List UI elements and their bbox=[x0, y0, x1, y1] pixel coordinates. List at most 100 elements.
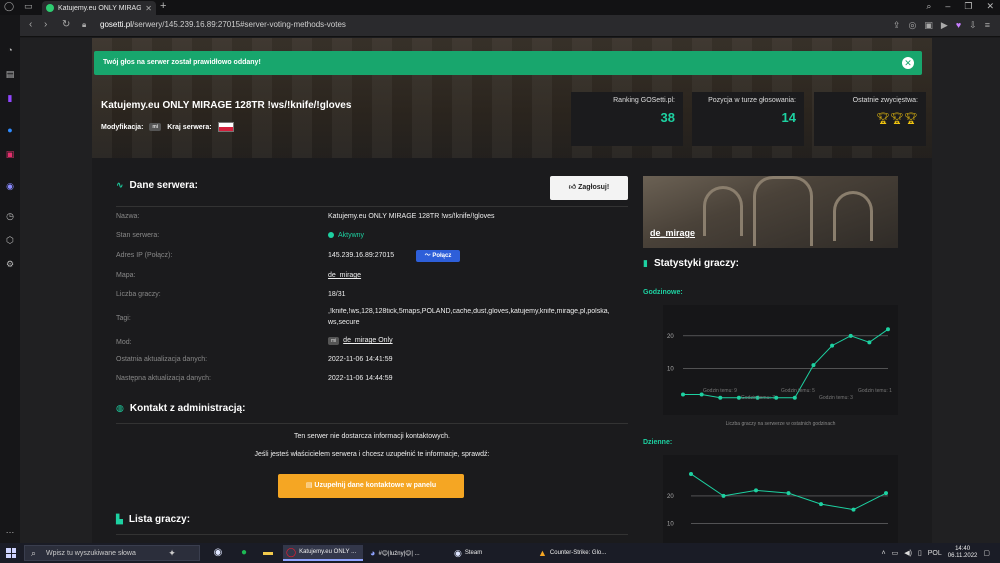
contact-info-text: Ten serwer nie dostarcza informacji kont… bbox=[293, 433, 450, 440]
row-label-last-update: Ostatnia aktualizacja danych: bbox=[116, 356, 208, 363]
hourly-chart: 10 20 Godzin temu: 9 Godzin temu: 5 Godzin t… bbox=[667, 327, 892, 401]
player-stats-heading: ▮ Statystyki graczy: bbox=[643, 258, 739, 269]
search-highlight-icon[interactable]: ✦ bbox=[166, 547, 178, 559]
row-value-name: Katujemy.eu ONLY MIRAGE 128TR !ws/!knife… bbox=[328, 213, 495, 220]
y-tick-label: 10 bbox=[667, 521, 674, 527]
status-dot-icon bbox=[328, 232, 334, 239]
data-point bbox=[681, 392, 685, 397]
browser-tabstrip: ◯ ▭ Katujemy.eu ONLY MIRAGE ✕ + ⌕ – ❐ ✕ bbox=[0, 0, 1000, 15]
row-label-mod: Mod: bbox=[116, 339, 132, 346]
contact-owner-text: Jeśli jesteś właścicielem serwera i chce… bbox=[254, 451, 490, 458]
tab-katujemy[interactable]: Katujemy.eu ONLY MIRAGE ✕ bbox=[42, 1, 156, 15]
lock-icon: 🔒︎ bbox=[82, 20, 87, 29]
tray-chevron-icon[interactable]: ˄ bbox=[881, 550, 885, 557]
language-indicator[interactable]: POL bbox=[928, 550, 942, 557]
menu-icon[interactable]: ≡ bbox=[985, 20, 990, 31]
settings-icon[interactable]: ⚙ bbox=[5, 259, 15, 269]
notifications-icon[interactable]: ▢ bbox=[983, 549, 990, 557]
row-label-tags: Tagi: bbox=[116, 315, 131, 322]
wallet-icon[interactable]: ▶ bbox=[941, 20, 948, 31]
daily-chart-panel: 10 20 bbox=[663, 455, 898, 543]
search-tabs-icon[interactable]: ⌕ bbox=[926, 1, 931, 12]
tab-title: Katujemy.eu ONLY MIRAGE bbox=[58, 4, 142, 12]
twitch-icon[interactable]: ▮ bbox=[5, 93, 15, 103]
player-icon[interactable]: ◉ bbox=[5, 181, 15, 191]
tray-network-icon[interactable]: ▭ bbox=[892, 549, 899, 557]
x-tick-label: Godzin temu: 5 bbox=[781, 388, 815, 394]
csgo-icon: ▲ bbox=[538, 548, 547, 558]
complete-contact-button[interactable]: ▤ Uzupełnij dane kontaktowe w panelu bbox=[278, 474, 464, 498]
new-tab-button[interactable]: + bbox=[160, 0, 166, 12]
steam-icon: ◉ bbox=[454, 547, 462, 558]
y-tick-label: 10 bbox=[667, 366, 674, 372]
reload-icon[interactable]: ↻ bbox=[62, 19, 70, 30]
address-bar-row: ‹ › ↻ 🔒︎ gosetti.pl/serwery/145.239.16.8… bbox=[0, 15, 1000, 37]
more-icon[interactable]: … bbox=[5, 525, 15, 535]
gosetti-favicon-icon bbox=[46, 4, 54, 12]
data-point bbox=[721, 493, 726, 498]
data-point bbox=[867, 340, 872, 345]
data-point bbox=[792, 395, 797, 400]
alert-close-icon[interactable]: ✕ bbox=[902, 57, 914, 69]
wins-label: Ostatnie zwycięstwa: bbox=[852, 97, 918, 104]
map-arch-shape bbox=[703, 186, 743, 236]
minimize-icon[interactable]: – bbox=[945, 1, 950, 12]
map-arch-shape bbox=[753, 176, 813, 246]
taskbar-app-steam[interactable]: ◉ Steam bbox=[451, 545, 531, 561]
share-icon[interactable]: ⇪ bbox=[893, 20, 901, 31]
data-point bbox=[786, 491, 791, 496]
cube-icon[interactable]: ⬡ bbox=[5, 235, 15, 245]
row-value-tags-line2: ws,secure bbox=[328, 319, 360, 326]
messenger-icon[interactable]: ● bbox=[5, 125, 15, 135]
spotify-icon[interactable]: ● bbox=[238, 547, 250, 559]
map-card[interactable]: de_mirage bbox=[643, 176, 898, 248]
tray-device-icon[interactable]: ▯ bbox=[918, 549, 922, 557]
poland-flag-icon bbox=[217, 122, 234, 132]
row-value-status: Aktywny bbox=[328, 232, 364, 239]
taskbar-clock[interactable]: 14:40 06.11.2022 bbox=[948, 546, 978, 560]
taskbar-app-opera[interactable]: ◯ Katujemy.eu ONLY ... bbox=[283, 545, 363, 561]
start-button[interactable] bbox=[6, 548, 16, 558]
browser-sidebar: ◔ ▤ ▮ ● ▣ ◉ ◷ ⬡ ⚙ … bbox=[0, 15, 20, 543]
instagram-icon[interactable]: ▣ bbox=[5, 149, 15, 159]
steam-taskbar-icon[interactable]: ◉ bbox=[212, 547, 224, 559]
ranking-label: Ranking GOSetti.pl: bbox=[613, 97, 675, 104]
back-icon[interactable]: ‹ bbox=[29, 19, 32, 30]
alert-message: Twój głos na serwer został prawidłowo od… bbox=[103, 59, 261, 66]
row-value-map-link[interactable]: de_mirage bbox=[328, 272, 361, 279]
players-heading: ▙ Lista graczy: bbox=[116, 514, 191, 525]
close-tab-icon[interactable]: ✕ bbox=[145, 4, 152, 13]
heart-icon[interactable]: ♥ bbox=[956, 20, 961, 31]
file-explorer-icon[interactable]: ▬ bbox=[262, 547, 274, 559]
divider bbox=[116, 534, 628, 535]
forward-icon[interactable]: › bbox=[44, 19, 47, 30]
speed-dial-icon[interactable]: ◔ bbox=[5, 45, 15, 55]
extension-icon[interactable]: ▣ bbox=[924, 20, 933, 31]
system-tray: ˄ ▭ ◀) ▯ POL 14:40 06.11.2022 ▢ bbox=[881, 546, 990, 560]
map-card-name[interactable]: de_mirage bbox=[650, 228, 695, 238]
taskbar-app-csgo[interactable]: ▲ Counter-Strike: Glo... bbox=[535, 545, 619, 561]
y-tick-label: 20 bbox=[667, 494, 674, 500]
connect-button[interactable]: 〜 Połącz bbox=[416, 250, 460, 262]
opera-logo-icon[interactable]: ◯ bbox=[4, 1, 14, 12]
download-icon[interactable]: ⇩ bbox=[969, 20, 977, 31]
camera-icon[interactable]: ◎ bbox=[909, 20, 917, 31]
tab-grid-icon[interactable]: ▭ bbox=[24, 1, 33, 12]
taskbar-app-discord[interactable]: ◕ #😊|luźny|😊| ... bbox=[367, 545, 447, 561]
history-icon[interactable]: ◷ bbox=[5, 211, 15, 221]
bar-chart-icon: ▮ bbox=[643, 258, 648, 268]
data-point bbox=[830, 343, 835, 348]
shop-icon[interactable]: ▤ bbox=[5, 69, 15, 79]
map-arch-shape bbox=[833, 191, 873, 241]
tray-volume-icon[interactable]: ◀) bbox=[904, 549, 912, 557]
maximize-icon[interactable]: ❐ bbox=[964, 1, 972, 12]
position-value: 14 bbox=[781, 110, 796, 125]
mod-link[interactable]: de_mirage Only bbox=[343, 337, 392, 344]
row-value-last-update: 2022-11-06 14:41:59 bbox=[328, 356, 393, 363]
data-point bbox=[689, 471, 693, 476]
close-window-icon[interactable]: ✕ bbox=[986, 1, 994, 12]
vote-button[interactable]: 👍︎ Zagłosuj! bbox=[550, 176, 628, 200]
daily-chart: 10 20 bbox=[667, 471, 888, 527]
row-label-map: Mapa: bbox=[116, 272, 136, 279]
url-field[interactable]: gosetti.pl/serwery/145.239.16.89:27015#s… bbox=[100, 20, 346, 29]
